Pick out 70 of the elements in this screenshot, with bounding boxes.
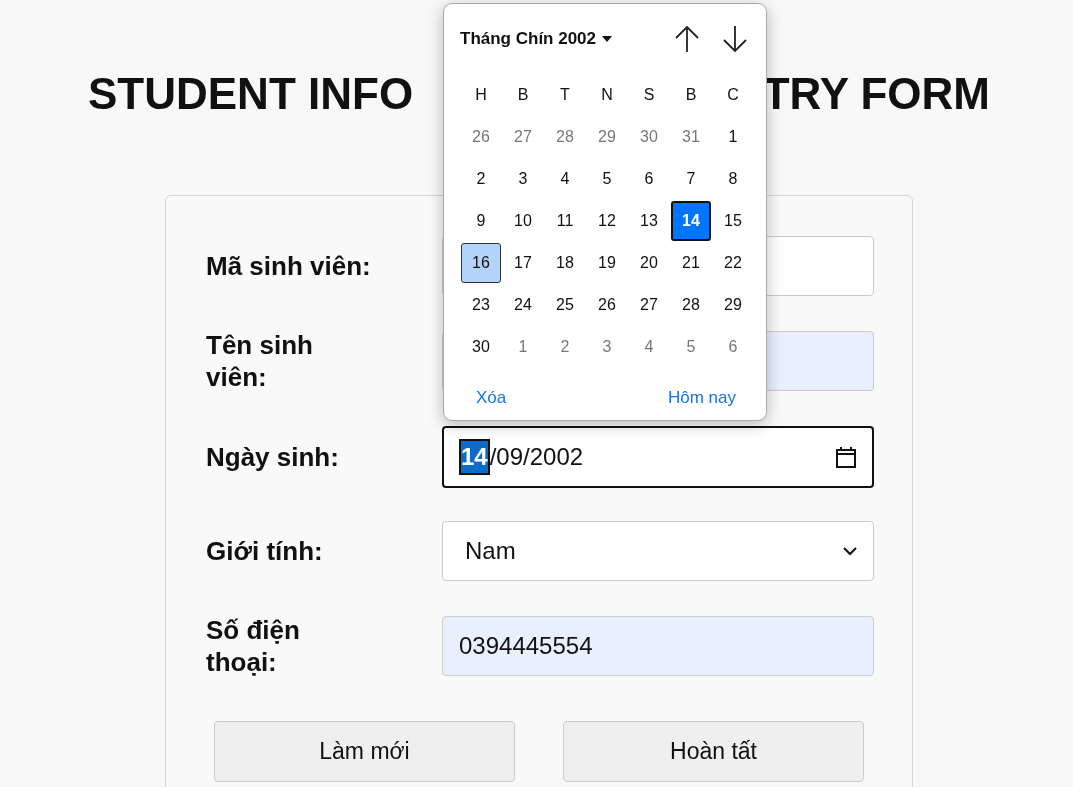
- calendar-day[interactable]: 20: [629, 243, 669, 283]
- calendar-day[interactable]: 1: [713, 117, 753, 157]
- page-title: TRY FORM: [762, 68, 990, 120]
- calendar-day[interactable]: 1: [503, 327, 543, 367]
- calendar-day[interactable]: 27: [629, 285, 669, 325]
- weekday-header: H: [474, 85, 488, 105]
- calendar-day[interactable]: 26: [587, 285, 627, 325]
- weekday-header: B: [516, 85, 530, 105]
- reset-button[interactable]: Làm mới: [214, 721, 515, 782]
- calendar-day[interactable]: 6: [629, 159, 669, 199]
- calendar-day[interactable]: 23: [461, 285, 501, 325]
- calendar-day[interactable]: 8: [713, 159, 753, 199]
- calendar-day[interactable]: 22: [713, 243, 753, 283]
- calendar-day[interactable]: 30: [629, 117, 669, 157]
- calendar-day[interactable]: 27: [503, 117, 543, 157]
- gender-select[interactable]: Nam: [442, 521, 874, 581]
- calendar-day[interactable]: 5: [587, 159, 627, 199]
- calendar-day[interactable]: 21: [671, 243, 711, 283]
- submit-button[interactable]: Hoàn tất: [563, 721, 864, 782]
- calendar-day[interactable]: 14: [671, 201, 711, 241]
- calendar-day[interactable]: 7: [671, 159, 711, 199]
- calendar-day[interactable]: 4: [545, 159, 585, 199]
- calendar-day[interactable]: 9: [461, 201, 501, 241]
- calendar-day[interactable]: 5: [671, 327, 711, 367]
- text-field[interactable]: 0394445554: [442, 616, 874, 676]
- calendar-day[interactable]: 17: [503, 243, 543, 283]
- calendar-day[interactable]: 2: [461, 159, 501, 199]
- caret-icon: [602, 36, 613, 42]
- clear-link[interactable]: Xóa: [476, 388, 507, 408]
- weekday-header: N: [600, 85, 614, 105]
- up-arrow-icon: [675, 26, 699, 52]
- calendar-day[interactable]: 6: [713, 327, 753, 367]
- calendar-day[interactable]: 12: [587, 201, 627, 241]
- calendar-day[interactable]: 28: [545, 117, 585, 157]
- month-dropdown[interactable]: Tháng Chín 2002: [460, 29, 613, 49]
- field-label: Tên sinh viên:: [206, 329, 314, 393]
- calendar-day[interactable]: 3: [587, 327, 627, 367]
- calendar-day[interactable]: 29: [713, 285, 753, 325]
- calendar-day[interactable]: 24: [503, 285, 543, 325]
- next-month-button[interactable]: [720, 24, 750, 54]
- calendar-day[interactable]: 26: [461, 117, 501, 157]
- weekday-header: T: [559, 85, 571, 105]
- weekday-header: S: [642, 85, 656, 105]
- calendar-day[interactable]: 29: [587, 117, 627, 157]
- calendar-day[interactable]: 25: [545, 285, 585, 325]
- calendar-day[interactable]: 18: [545, 243, 585, 283]
- calendar-day[interactable]: 10: [503, 201, 543, 241]
- field-label: Mã sinh viên:: [206, 250, 372, 282]
- calendar-day[interactable]: 4: [629, 327, 669, 367]
- calendar-day[interactable]: 11: [545, 201, 585, 241]
- calendar-day[interactable]: 2: [545, 327, 585, 367]
- calendar-icon[interactable]: [836, 446, 856, 468]
- field-label: Ngày sinh:: [206, 441, 340, 473]
- calendar-day[interactable]: 16: [461, 243, 501, 283]
- field-label: Số điện thoại:: [206, 614, 301, 678]
- calendar-day[interactable]: 31: [671, 117, 711, 157]
- calendar-day[interactable]: 30: [461, 327, 501, 367]
- field-label: Giới tính:: [206, 535, 324, 567]
- calendar-day[interactable]: 3: [503, 159, 543, 199]
- date-field[interactable]: 14/09/2002: [442, 426, 874, 488]
- calendar-day[interactable]: 28: [671, 285, 711, 325]
- weekday-header: B: [684, 85, 698, 105]
- chevron-icon: [843, 546, 857, 556]
- weekday-header: C: [726, 85, 740, 105]
- calendar-day[interactable]: 15: [713, 201, 753, 241]
- calendar-day[interactable]: 13: [629, 201, 669, 241]
- today-link[interactable]: Hôm nay: [667, 388, 736, 408]
- calendar-day[interactable]: 19: [587, 243, 627, 283]
- down-arrow-icon: [723, 26, 747, 52]
- page-title: STUDENT INFO: [88, 68, 414, 120]
